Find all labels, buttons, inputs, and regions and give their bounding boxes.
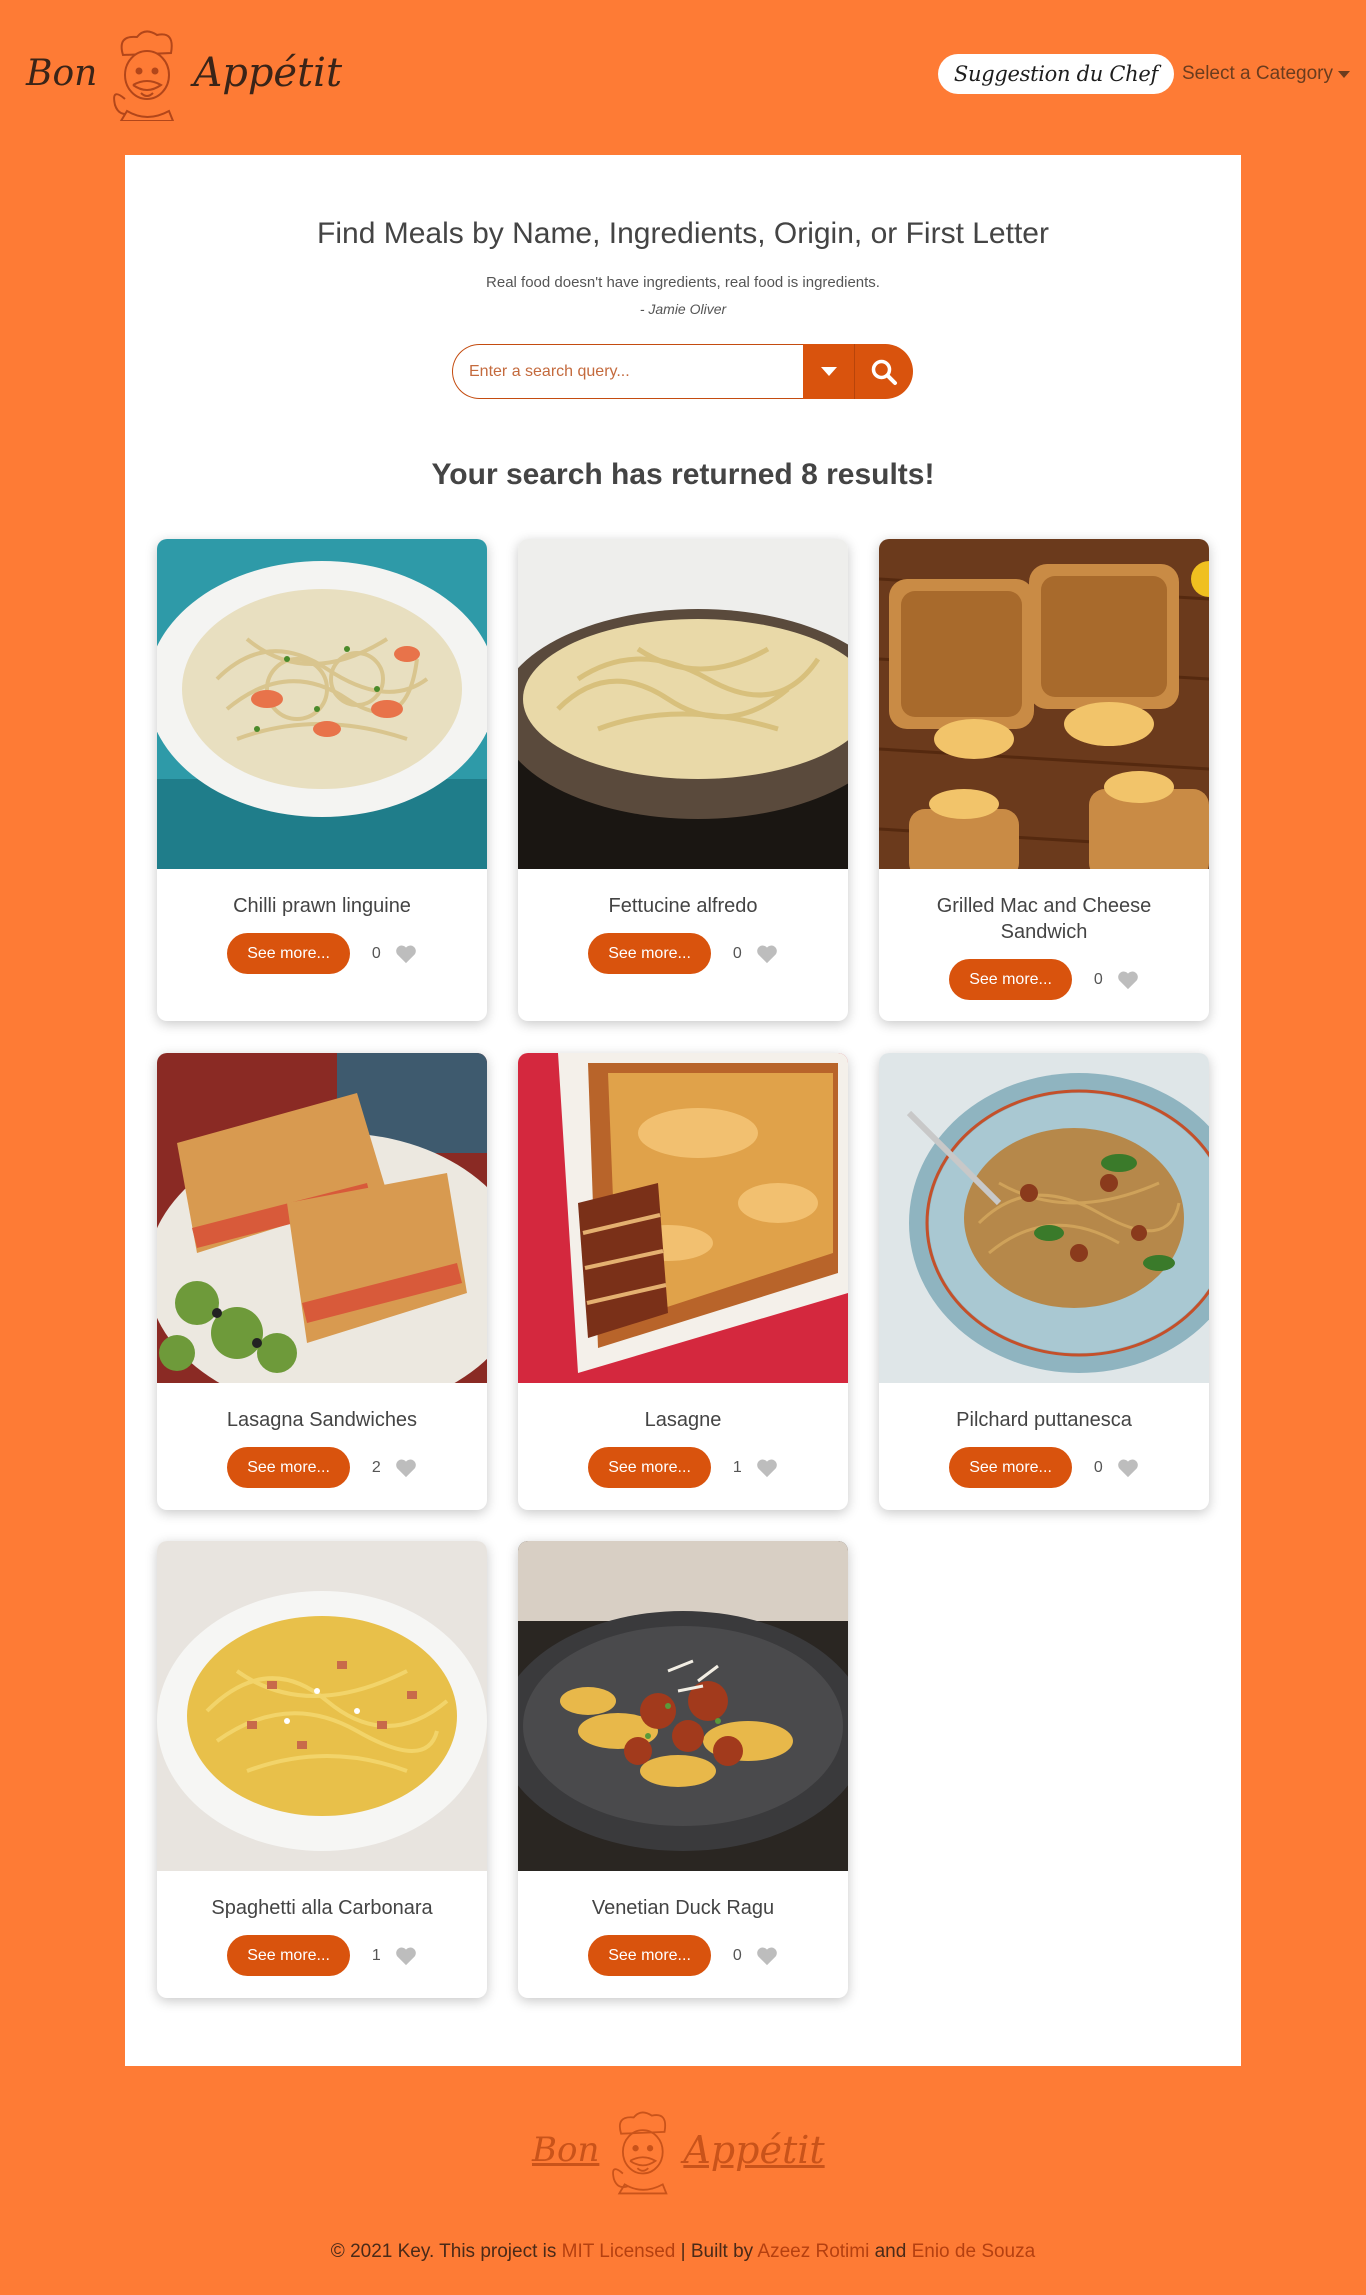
meal-name: Fettucine alfredo bbox=[608, 895, 758, 917]
navbar: Bon Appétit Suggestion du Chef Select a … bbox=[0, 0, 1366, 150]
meal-name: Lasagna Sandwiches bbox=[226, 1409, 418, 1431]
meal-card: Lasagna Sandwiches See more... 2 bbox=[157, 1053, 487, 1510]
heart-icon[interactable] bbox=[1117, 970, 1139, 990]
results-count: Your search has returned 8 results! bbox=[431, 458, 935, 491]
heart-icon[interactable] bbox=[395, 944, 417, 964]
brand-word-1: Bon bbox=[26, 52, 98, 94]
heart-icon[interactable] bbox=[395, 1946, 417, 1966]
see-more-button[interactable]: See more... bbox=[588, 1447, 711, 1488]
meal-name: Spaghetti alla Carbonara bbox=[211, 1897, 433, 1919]
card-actions: See more... 0 bbox=[518, 1935, 848, 1976]
quote-author: - Jamie Oliver bbox=[639, 301, 727, 317]
heart-icon[interactable] bbox=[756, 944, 778, 964]
like-count: 1 bbox=[732, 1458, 742, 1476]
and-text: and bbox=[874, 2241, 907, 2262]
card-actions: See more... 1 bbox=[518, 1447, 848, 1488]
see-more-button[interactable]: See more... bbox=[949, 1447, 1072, 1488]
like-count: 0 bbox=[1093, 1458, 1103, 1476]
see-more-button[interactable]: See more... bbox=[588, 1935, 711, 1976]
card-actions: See more... 0 bbox=[157, 933, 487, 974]
heart-icon[interactable] bbox=[395, 1458, 417, 1478]
chef-icon bbox=[113, 30, 175, 121]
brand-logo[interactable]: Bon Appétit bbox=[26, 22, 342, 124]
see-more-button[interactable]: See more... bbox=[949, 959, 1072, 1000]
author-link-azeez[interactable]: Azeez Rotimi bbox=[757, 2241, 869, 2262]
footer-brand-word-2: Appétit bbox=[683, 2128, 825, 2172]
search-icon bbox=[871, 359, 897, 385]
meal-card: Venetian Duck Ragu See more... 0 bbox=[518, 1541, 848, 1998]
meal-image[interactable] bbox=[157, 1541, 487, 1871]
see-more-button[interactable]: See more... bbox=[227, 933, 350, 974]
heart-icon[interactable] bbox=[756, 1946, 778, 1966]
page-title: Find Meals by Name, Ingredients, Origin,… bbox=[317, 217, 1049, 250]
footer-logo[interactable]: Bon Appétit bbox=[532, 2100, 825, 2200]
meal-name: Venetian Duck Ragu bbox=[591, 1897, 775, 1919]
card-actions: See more... 0 bbox=[518, 933, 848, 974]
footer-brand-word-1: Bon bbox=[532, 2130, 600, 2170]
brand-word-2: Appétit bbox=[193, 50, 343, 96]
meal-card: Chilli prawn linguine See more... 0 bbox=[157, 539, 487, 1021]
search-bar bbox=[452, 344, 913, 399]
like-count: 0 bbox=[371, 944, 381, 962]
meal-image[interactable] bbox=[879, 539, 1209, 869]
card-actions: See more... 2 bbox=[157, 1447, 487, 1488]
meal-card: Spaghetti alla Carbonara See more... 1 bbox=[157, 1541, 487, 1998]
like-count: 1 bbox=[371, 1946, 381, 1964]
chef-icon bbox=[612, 2111, 669, 2195]
search-button[interactable] bbox=[855, 344, 913, 399]
meal-image[interactable] bbox=[518, 539, 848, 869]
caret-down-icon bbox=[820, 367, 837, 376]
meal-card: Lasagne See more... 1 bbox=[518, 1053, 848, 1510]
see-more-button[interactable]: See more... bbox=[227, 1447, 350, 1488]
caret-down-icon bbox=[1338, 70, 1350, 78]
meal-name: Lasagne bbox=[644, 1409, 722, 1431]
footer-text: © 2021 Key. This project is MIT Licensed… bbox=[0, 2241, 1366, 2263]
heart-icon[interactable] bbox=[756, 1458, 778, 1478]
main-panel: Find Meals by Name, Ingredients, Origin,… bbox=[125, 155, 1241, 2066]
meal-image[interactable] bbox=[157, 1053, 487, 1383]
search-input[interactable] bbox=[452, 344, 803, 399]
meal-image[interactable] bbox=[157, 539, 487, 869]
meal-name: Pilchard puttanesca bbox=[956, 1409, 1132, 1431]
author-link-enio[interactable]: Enio de Souza bbox=[912, 2241, 1036, 2262]
card-actions: See more... 0 bbox=[879, 1447, 1209, 1488]
see-more-button[interactable]: See more... bbox=[227, 1935, 350, 1976]
nav-right: Suggestion du Chef Select a Category bbox=[937, 54, 1350, 94]
meal-name: Grilled Mac and Cheese Sandwich bbox=[936, 895, 1152, 943]
copyright-text: © 2021 Key. This project is bbox=[330, 2241, 557, 2262]
heart-icon[interactable] bbox=[1117, 1458, 1139, 1478]
meal-image[interactable] bbox=[518, 1541, 848, 1871]
meal-card: Grilled Mac and Cheese Sandwich See more… bbox=[879, 539, 1209, 1021]
built-by-text: | Built by bbox=[680, 2241, 754, 2262]
like-count: 0 bbox=[732, 1946, 742, 1964]
like-count: 2 bbox=[371, 1458, 381, 1476]
card-actions: See more... 1 bbox=[157, 1935, 487, 1976]
meal-card: Fettucine alfredo See more... 0 bbox=[518, 539, 848, 1021]
meal-image[interactable] bbox=[518, 1053, 848, 1383]
search-type-dropdown-button[interactable] bbox=[803, 344, 855, 399]
mit-license-link[interactable]: MIT Licensed bbox=[562, 2241, 676, 2262]
meal-image[interactable] bbox=[879, 1053, 1209, 1383]
see-more-button[interactable]: See more... bbox=[588, 933, 711, 974]
like-count: 0 bbox=[732, 944, 742, 962]
card-actions: See more... 0 bbox=[879, 959, 1209, 1000]
chef-suggestion-button[interactable]: Suggestion du Chef bbox=[937, 54, 1174, 94]
quote-text: Real food doesn't have ingredients, real… bbox=[486, 274, 880, 291]
meal-name: Chilli prawn linguine bbox=[233, 895, 411, 917]
like-count: 0 bbox=[1093, 970, 1103, 988]
category-dropdown[interactable]: Select a Category bbox=[1182, 63, 1350, 85]
category-dropdown-label: Select a Category bbox=[1181, 63, 1333, 84]
meal-card: Pilchard puttanesca See more... 0 bbox=[879, 1053, 1209, 1510]
